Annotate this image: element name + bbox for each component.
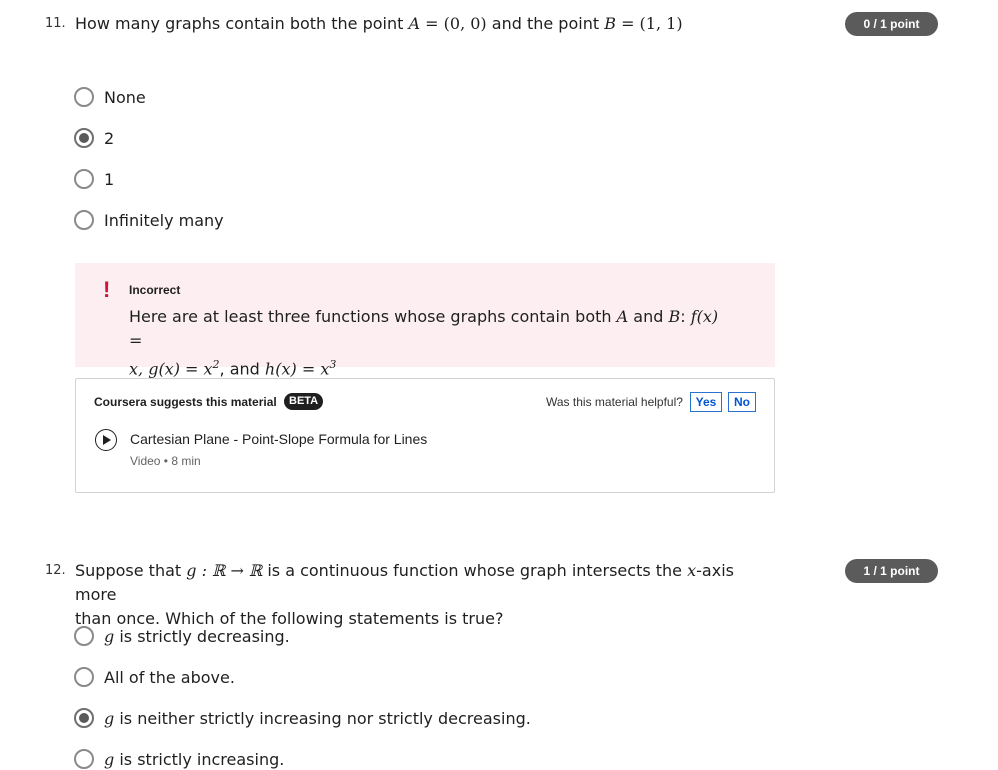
material-meta: Video • 8 min — [130, 454, 201, 468]
point-b-value: = (1, 1) — [621, 14, 683, 33]
question-number: 12. — [45, 563, 66, 578]
radio-button[interactable] — [74, 87, 94, 107]
radio-button[interactable] — [74, 210, 94, 230]
x-variable: x — [687, 561, 697, 580]
option-math: g — [104, 708, 115, 728]
feedback-math: h(x) = x — [264, 359, 330, 379]
question-text: How many graphs contain both the point A… — [75, 12, 795, 36]
feedback-math: A — [616, 307, 629, 326]
radio-button[interactable] — [74, 667, 94, 687]
feedback-math: 3 — [329, 358, 337, 371]
answer-option[interactable]: 2 — [74, 127, 114, 149]
point-b-label: B — [604, 14, 616, 33]
option-label: g is strictly decreasing. — [104, 627, 290, 646]
option-math: g — [104, 749, 115, 769]
material-title-link[interactable]: Cartesian Plane - Point-Slope Formula fo… — [130, 431, 427, 447]
helpful-prompt: Was this material helpful? — [546, 395, 683, 409]
option-label: 1 — [104, 169, 115, 189]
option-math: g — [104, 626, 115, 646]
option-text: is strictly increasing. — [119, 749, 285, 769]
question-text-part: is a continuous function whose graph int… — [267, 561, 683, 580]
feedback-math: 2 — [212, 358, 220, 371]
answer-option[interactable]: Infinitely many — [74, 209, 224, 231]
radio-button[interactable] — [74, 169, 94, 189]
option-label: Infinitely many — [104, 210, 224, 230]
points-badge: 0 / 1 point — [845, 12, 938, 36]
option-text: is strictly decreasing. — [119, 626, 290, 646]
answer-option[interactable]: All of the above. — [74, 666, 235, 688]
beta-badge: BETA — [284, 393, 324, 410]
option-label: g is neither strictly increasing nor str… — [104, 709, 531, 728]
point-a-value: = (0, 0) — [425, 14, 487, 33]
feedback-title: Incorrect — [129, 283, 181, 297]
radio-button[interactable] — [74, 626, 94, 646]
feedback-math: x, g(x) = x — [129, 359, 213, 379]
feedback-text: Here are at least three functions whose … — [129, 307, 719, 379]
answer-option[interactable]: g is strictly decreasing. — [74, 625, 290, 647]
feedback-math: B — [668, 307, 681, 326]
question-number: 11. — [45, 16, 66, 31]
function-mapping: g : ℝ → ℝ — [186, 561, 263, 580]
option-label: 2 — [104, 128, 115, 148]
answer-option[interactable]: None — [74, 86, 146, 108]
question-text: Suppose that g : ℝ → ℝ is a continuous f… — [75, 559, 775, 631]
option-label: All of the above. — [104, 667, 235, 687]
points-badge: 1 / 1 point — [845, 559, 938, 583]
radio-button-selected[interactable] — [74, 708, 94, 728]
helpful-yes-button[interactable]: Yes — [690, 392, 722, 412]
play-icon[interactable] — [95, 429, 117, 451]
feedback-text-part: , and — [219, 359, 260, 379]
alert-icon: ! — [103, 277, 111, 302]
question-text-part: and the point — [491, 14, 600, 33]
option-label: g is strictly increasing. — [104, 750, 284, 769]
feedback-text-part: Here are at least three functions whose … — [129, 307, 612, 326]
radio-button[interactable] — [74, 749, 94, 769]
feedback-panel: ! Incorrect Here are at least three func… — [75, 263, 775, 378]
feedback-text-part: and — [633, 307, 664, 326]
option-text: is neither strictly increasing nor stric… — [119, 708, 531, 728]
radio-button-selected[interactable] — [74, 128, 94, 148]
question-text-part: How many graphs contain both the point — [75, 14, 404, 33]
question-text-part: Suppose that — [75, 561, 182, 580]
answer-option[interactable]: g is neither strictly increasing nor str… — [74, 707, 531, 729]
point-a-label: A — [408, 14, 421, 33]
answer-option[interactable]: g is strictly increasing. — [74, 748, 284, 770]
suggest-heading: Coursera suggests this material — [94, 395, 277, 409]
answer-option[interactable]: 1 — [74, 168, 114, 190]
helpful-no-button[interactable]: No — [728, 392, 756, 412]
option-label: None — [104, 87, 146, 107]
suggested-material-card: Coursera suggests this material BETA Was… — [75, 378, 775, 493]
